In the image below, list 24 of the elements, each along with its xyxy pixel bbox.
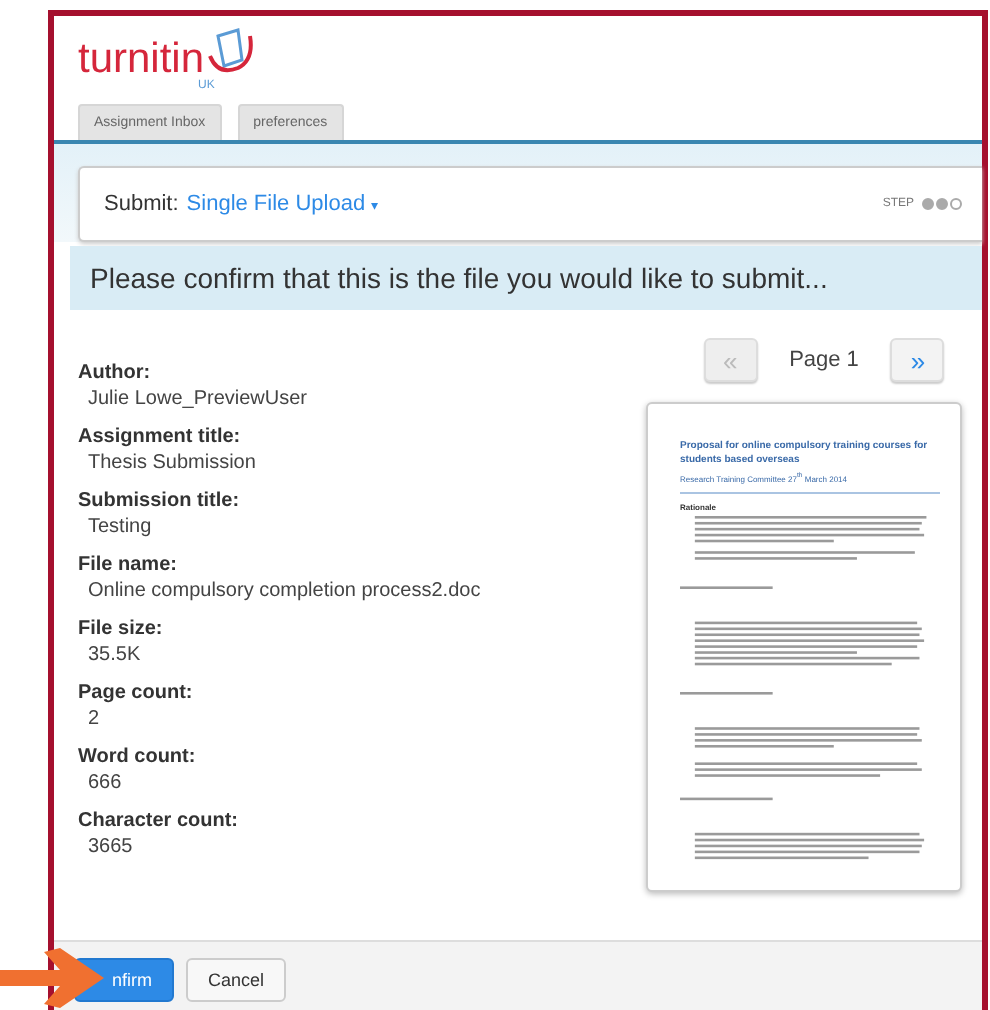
- field-value: 3665: [86, 836, 135, 858]
- logo-wordmark: turnitin: [78, 36, 205, 82]
- field-label: File name:: [78, 554, 179, 576]
- field-label: Page count:: [78, 682, 195, 704]
- field-label: Assignment title:: [78, 426, 243, 448]
- field-label: Submission title:: [78, 490, 242, 512]
- page-swoosh-icon: [206, 28, 259, 76]
- field-value: Julie Lowe_PreviewUser: [86, 388, 309, 410]
- field-label: File size:: [78, 618, 165, 640]
- field-value: Online compulsory completion process2.doc: [86, 580, 483, 602]
- arrow-icon: [0, 948, 104, 1008]
- confirm-banner: Please confirm that this is the file you would like to submit...: [70, 246, 982, 310]
- page-indicator: Page 1: [789, 348, 859, 372]
- header-label: Submit:: [104, 192, 179, 216]
- field-value: Testing: [86, 516, 154, 538]
- field-value: Thesis Submission: [86, 452, 258, 474]
- field-value: 35.5K: [86, 644, 143, 666]
- field-label: Word count:: [78, 746, 198, 768]
- field-label: Author:: [78, 362, 153, 384]
- field-value: 666: [86, 772, 124, 794]
- cancel-button[interactable]: Cancel: [186, 957, 287, 1001]
- field-value: 2: [86, 708, 102, 730]
- next-page-button[interactable]: »: [890, 338, 945, 382]
- field-label: Character count:: [78, 810, 241, 832]
